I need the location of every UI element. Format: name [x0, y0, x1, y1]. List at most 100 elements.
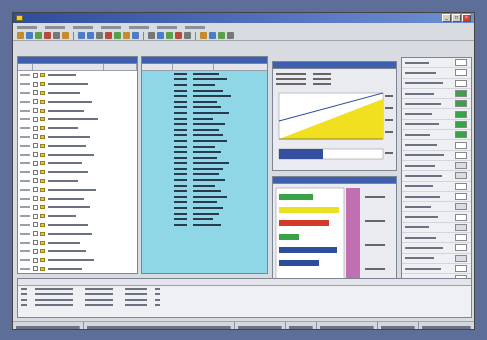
tree-row[interactable] — [18, 229, 137, 238]
tree-row[interactable] — [18, 141, 137, 150]
toolbar-button[interactable] — [227, 32, 234, 39]
tree-row[interactable] — [18, 80, 137, 89]
expand-icon[interactable] — [33, 196, 38, 202]
tree-row[interactable] — [18, 115, 137, 124]
expand-icon[interactable] — [33, 90, 38, 96]
toolbar-button[interactable] — [96, 32, 103, 39]
tree-row[interactable] — [18, 168, 137, 177]
column-header[interactable] — [214, 64, 267, 70]
expand-icon[interactable] — [33, 99, 38, 105]
property-row[interactable] — [402, 130, 471, 141]
property-row[interactable] — [402, 192, 471, 203]
property-row[interactable] — [402, 58, 471, 69]
expand-icon[interactable] — [33, 152, 38, 158]
toolbar-button[interactable] — [44, 32, 51, 39]
expand-icon[interactable] — [33, 248, 38, 254]
menu-item[interactable] — [45, 26, 65, 29]
property-row[interactable] — [402, 151, 471, 161]
property-row[interactable] — [402, 243, 471, 254]
expand-icon[interactable] — [33, 257, 38, 263]
expand-icon[interactable] — [33, 125, 38, 131]
expand-icon[interactable] — [33, 116, 38, 122]
toolbar-button[interactable] — [157, 32, 164, 39]
menu-item[interactable] — [129, 26, 149, 29]
expand-icon[interactable] — [33, 108, 38, 114]
property-row[interactable] — [402, 140, 471, 151]
column-header[interactable] — [33, 64, 104, 70]
tree-row[interactable] — [18, 256, 137, 265]
expand-icon[interactable] — [33, 81, 38, 87]
toolbar-button[interactable] — [132, 32, 139, 39]
property-row[interactable] — [402, 89, 471, 100]
expand-icon[interactable] — [33, 204, 38, 210]
expand-icon[interactable] — [33, 134, 38, 140]
maximize-button[interactable]: □ — [452, 14, 461, 22]
minimize-button[interactable]: _ — [442, 14, 451, 22]
toolbar-button[interactable] — [148, 32, 155, 39]
property-row[interactable] — [402, 171, 471, 182]
tree-row[interactable] — [18, 247, 137, 256]
property-row[interactable] — [402, 202, 471, 213]
list-row[interactable] — [142, 222, 267, 228]
tree-row[interactable] — [18, 89, 137, 98]
tree-row[interactable] — [18, 238, 137, 247]
tree-row[interactable] — [18, 273, 137, 274]
property-row[interactable] — [402, 68, 471, 79]
toolbar-button[interactable] — [17, 32, 24, 39]
expand-icon[interactable] — [33, 72, 38, 78]
tree-row[interactable] — [18, 185, 137, 194]
toolbar-button[interactable] — [166, 32, 173, 39]
bottom-row[interactable] — [18, 303, 471, 309]
toolbar-button[interactable] — [114, 32, 121, 39]
tree-row[interactable] — [18, 265, 137, 273]
toolbar-button[interactable] — [26, 32, 33, 39]
tree-row[interactable] — [18, 221, 137, 230]
menu-item[interactable] — [185, 26, 205, 29]
property-row[interactable] — [402, 254, 471, 264]
toolbar-button[interactable] — [105, 32, 112, 39]
menu-item[interactable] — [73, 26, 93, 29]
expand-icon[interactable] — [33, 178, 38, 184]
tree-row[interactable] — [18, 97, 137, 106]
expand-icon[interactable] — [33, 231, 38, 237]
menu-item[interactable] — [17, 26, 37, 29]
expand-icon[interactable] — [33, 222, 38, 228]
column-header[interactable] — [142, 64, 173, 70]
tree-row[interactable] — [18, 71, 137, 80]
toolbar-button[interactable] — [123, 32, 130, 39]
expand-icon[interactable] — [33, 240, 38, 246]
tree-row[interactable] — [18, 124, 137, 133]
toolbar-button[interactable] — [87, 32, 94, 39]
property-row[interactable] — [402, 233, 471, 244]
expand-icon[interactable] — [33, 169, 38, 175]
property-row[interactable] — [402, 223, 471, 234]
expand-icon[interactable] — [33, 143, 38, 149]
property-row[interactable] — [402, 161, 471, 172]
tree-row[interactable] — [18, 106, 137, 115]
toolbar-button[interactable] — [53, 32, 60, 39]
toolbar-button[interactable] — [200, 32, 207, 39]
tree-row[interactable] — [18, 159, 137, 168]
column-header[interactable] — [104, 64, 137, 70]
expand-icon[interactable] — [33, 187, 38, 193]
column-header[interactable] — [18, 64, 33, 70]
toolbar-button[interactable] — [218, 32, 225, 39]
toolbar-button[interactable] — [175, 32, 182, 39]
tree-row[interactable] — [18, 203, 137, 212]
expand-icon[interactable] — [33, 213, 38, 219]
menu-item[interactable] — [101, 26, 121, 29]
property-row[interactable] — [402, 212, 471, 223]
toolbar-button[interactable] — [78, 32, 85, 39]
property-row[interactable] — [402, 109, 471, 120]
tree-row[interactable] — [18, 133, 137, 142]
property-row[interactable] — [402, 99, 471, 110]
tree-row[interactable] — [18, 194, 137, 203]
toolbar-button[interactable] — [209, 32, 216, 39]
tree-row[interactable] — [18, 177, 137, 186]
expand-icon[interactable] — [33, 160, 38, 166]
property-row[interactable] — [402, 264, 471, 275]
column-header[interactable] — [173, 64, 214, 70]
toolbar-button[interactable] — [35, 32, 42, 39]
tree-row[interactable] — [18, 150, 137, 159]
menu-item[interactable] — [157, 26, 177, 29]
